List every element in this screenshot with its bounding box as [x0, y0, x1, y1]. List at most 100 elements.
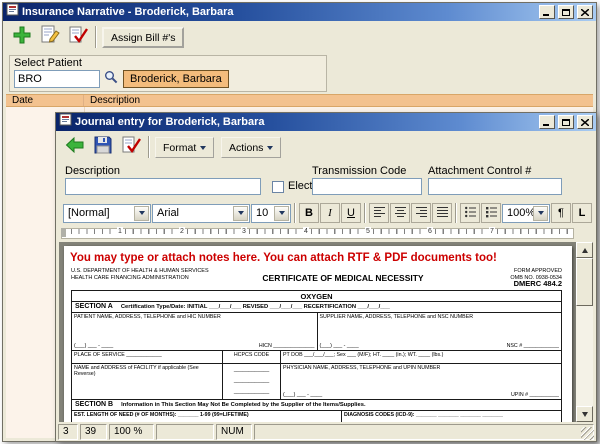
font-name-combo[interactable]: Arial: [152, 204, 250, 223]
resize-grip[interactable]: [581, 427, 594, 440]
status-panel-numlock: NUM: [216, 424, 252, 440]
new-narrative-button[interactable]: [9, 24, 35, 50]
section-b-label: SECTION B: [75, 401, 113, 408]
red-check-document-icon: [120, 134, 142, 161]
maximize-button[interactable]: [558, 5, 574, 19]
align-justify-button[interactable]: [432, 203, 452, 223]
facility-physician-row: NAME and ADDRESS of FACILITY if applicab…: [72, 364, 561, 400]
minimize-button[interactable]: [539, 5, 555, 19]
journal-fields-row: Description Electronic Transmission Code…: [59, 165, 593, 201]
patient-search-button[interactable]: [101, 70, 120, 88]
patient-search-input[interactable]: [14, 70, 100, 88]
section-b-text: Information in This Section May Not Be C…: [121, 402, 365, 408]
form-header: U.S. DEPARTMENT OF HEALTH & HUMAN SERVIC…: [71, 268, 562, 288]
toolbar-separator: [455, 203, 457, 223]
tab-selector-button[interactable]: L: [572, 203, 592, 223]
red-check-document-icon: [67, 24, 89, 51]
ruler-number: 7: [489, 227, 495, 236]
supplier-box-label: SUPPLIER NAME, ADDRESS, TELEPHONE and NS…: [320, 314, 474, 320]
section-a-label: SECTION A: [75, 303, 113, 310]
align-justify-icon: [436, 205, 449, 221]
ruler-ticks: [63, 229, 572, 234]
align-center-button[interactable]: [390, 203, 410, 223]
upin-line: UPIN # __________: [511, 392, 559, 398]
hicn-line: HICN ______________: [259, 343, 315, 349]
form-title: CERTIFICATE OF MEDICAL NECESSITY: [236, 268, 450, 283]
combo-dropdown-button[interactable]: [533, 206, 548, 221]
font-size-value: 10: [256, 207, 268, 219]
font-size-combo[interactable]: 10: [251, 204, 291, 223]
rich-text-editor-area[interactable]: You may type or attach notes here. You c…: [59, 242, 593, 422]
align-left-button[interactable]: [369, 203, 389, 223]
chevron-down-icon: [267, 146, 273, 150]
insurance-titlebar[interactable]: Insurance Narrative - Broderick, Barbara: [3, 3, 596, 21]
patient-supplier-row: PATIENT NAME, ADDRESS, TELEPHONE and HIC…: [72, 313, 561, 351]
select-patient-group: Select Patient Broderick, Barbara: [9, 55, 327, 92]
toolbar-separator: [294, 203, 296, 223]
form-table: OXYGEN SECTION A Certification Type/Date…: [71, 290, 562, 423]
section-b-header: SECTION B Information in This Section Ma…: [72, 400, 561, 411]
vertical-scrollbar[interactable]: [576, 242, 593, 422]
chevron-down-icon: [538, 211, 544, 215]
place-of-service-label: PLACE OF SERVICE ____________: [74, 352, 162, 358]
format-menu-button[interactable]: Format: [155, 137, 214, 158]
arrow-down-icon: [582, 412, 588, 417]
bullet-list-icon: [464, 205, 477, 221]
combo-dropdown-button[interactable]: [233, 206, 248, 221]
ruler-number: 1: [117, 227, 123, 236]
bold-button[interactable]: B: [299, 203, 319, 223]
transmission-code-input[interactable]: [312, 178, 422, 195]
save-and-close-button[interactable]: [62, 134, 88, 160]
actions-menu-button[interactable]: Actions: [221, 137, 281, 158]
hcpcs-blank-line: ____________: [234, 378, 269, 384]
est-length-label: EST. LENGTH OF NEED (# OF MONTHS): _____…: [74, 412, 249, 418]
bullet-list-button[interactable]: [460, 203, 480, 223]
paragraph-style-value: [Normal]: [68, 207, 110, 219]
chevron-down-icon: [139, 211, 145, 215]
close-button[interactable]: [577, 5, 593, 19]
paragraph-style-combo[interactable]: [Normal]: [63, 204, 151, 223]
status-panel-line: 39: [80, 424, 107, 440]
align-right-button[interactable]: [411, 203, 431, 223]
formatting-marks-button[interactable]: ¶: [551, 203, 571, 223]
maximize-button[interactable]: [558, 115, 574, 129]
italic-button[interactable]: I: [320, 203, 340, 223]
numbered-list-button[interactable]: [481, 203, 501, 223]
attachment-control-input[interactable]: [428, 178, 562, 195]
description-input[interactable]: [65, 178, 261, 195]
transmission-code-label: Transmission Code: [312, 165, 406, 177]
facility-label: NAME and ADDRESS of FACILITY if applicab…: [74, 365, 199, 377]
combo-dropdown-button[interactable]: [134, 206, 149, 221]
edit-narrative-button[interactable]: [37, 24, 63, 50]
assign-bill-numbers-button[interactable]: Assign Bill #'s: [102, 27, 184, 48]
search-icon: [104, 70, 118, 89]
electronic-checkbox[interactable]: [272, 181, 284, 193]
scroll-down-button[interactable]: [576, 406, 593, 422]
document-page[interactable]: You may type or attach notes here. You c…: [64, 246, 572, 422]
minimize-button[interactable]: [539, 115, 555, 129]
scrollbar-thumb[interactable]: [576, 258, 593, 306]
chevron-down-icon: [279, 211, 285, 215]
patient-box-label: PATIENT NAME, ADDRESS, TELEPHONE and HIC…: [74, 314, 221, 320]
verify-narrative-button[interactable]: [65, 24, 91, 50]
verify-entry-button[interactable]: [118, 134, 144, 160]
status-panel-message: [254, 424, 594, 440]
scroll-up-button[interactable]: [576, 242, 593, 258]
close-button[interactable]: [577, 115, 593, 129]
supplier-phone-line: (___) ___ - ____: [320, 343, 359, 349]
status-panel-page: 3: [58, 424, 78, 440]
zoom-combo[interactable]: 100%: [502, 204, 550, 223]
journal-titlebar[interactable]: Journal entry for Broderick, Barbara: [56, 113, 596, 131]
combo-dropdown-button[interactable]: [274, 206, 289, 221]
underline-button[interactable]: U: [341, 203, 361, 223]
save-button[interactable]: [90, 134, 116, 160]
status-panel-zoom: 100 %: [109, 424, 154, 440]
selected-patient-item[interactable]: Broderick, Barbara: [123, 70, 229, 88]
status-bar: 3 39 100 % NUM: [58, 423, 594, 440]
description-label: Description: [65, 165, 120, 177]
indent-marker[interactable]: [61, 228, 66, 237]
zoom-value: 100%: [507, 207, 535, 219]
window-title: Insurance Narrative - Broderick, Barbara: [22, 6, 536, 18]
journal-entry-window: Journal entry for Broderick, Barbara For…: [55, 112, 597, 442]
ruler-number: 6: [427, 227, 433, 236]
